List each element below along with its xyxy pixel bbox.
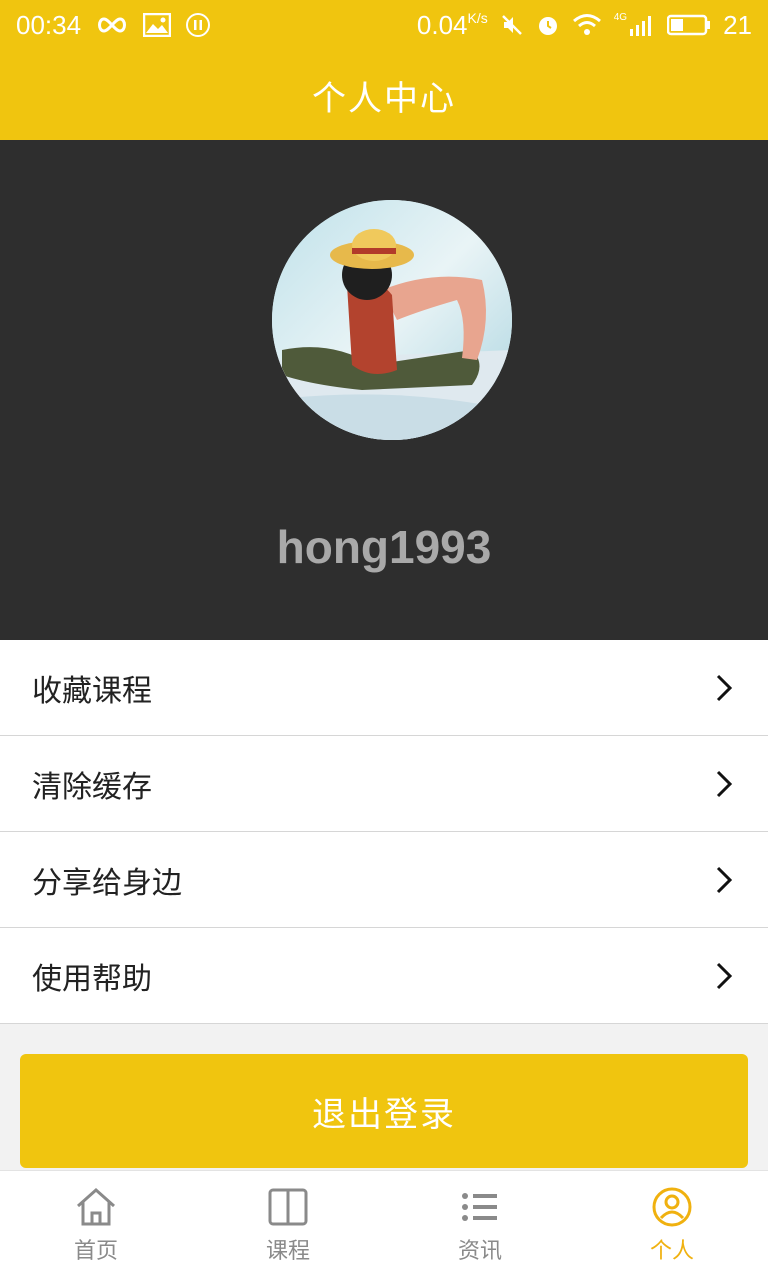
home-icon <box>77 1187 115 1225</box>
wifi-icon <box>572 13 602 37</box>
chevron-right-icon <box>716 770 733 797</box>
menu-item-share[interactable]: 分享给身边 <box>0 832 768 928</box>
tab-label: 资讯 <box>457 1238 502 1264</box>
image-icon <box>143 13 172 37</box>
status-bar: 00:34 0.04K/s 4G 21 <box>0 0 768 50</box>
tab-courses[interactable]: 课程 <box>192 1171 384 1280</box>
logout-label: 退出登录 <box>312 1094 456 1135</box>
tab-label: 课程 <box>265 1238 310 1264</box>
mute-icon <box>500 13 524 37</box>
network-type: 4G <box>613 11 628 23</box>
logout-button[interactable]: 退出登录 <box>20 1054 748 1168</box>
list-icon <box>462 1192 497 1221</box>
user-icon <box>652 1187 692 1226</box>
infinity-icon <box>95 15 129 35</box>
settings-menu: 收藏课程 清除缓存 分享给身边 使用帮助 <box>0 640 768 1024</box>
net-unit: K/s <box>467 9 488 26</box>
menu-item-label: 清除缓存 <box>32 769 152 805</box>
battery-level: 21 <box>723 9 752 40</box>
menu-item-label: 使用帮助 <box>32 961 152 997</box>
menu-item-label: 收藏课程 <box>32 673 152 709</box>
tab-label: 个人 <box>649 1238 694 1264</box>
app-header: 个人中心 <box>0 50 768 140</box>
chevron-right-icon <box>716 674 733 701</box>
signal-icon: 4G <box>613 11 655 37</box>
chevron-right-icon <box>716 866 733 893</box>
page-title: 个人中心 <box>312 78 456 119</box>
menu-item-favorites[interactable]: 收藏课程 <box>0 640 768 736</box>
tab-profile[interactable]: 个人 <box>576 1171 768 1280</box>
chevron-right-icon <box>716 962 733 989</box>
book-icon <box>268 1188 308 1225</box>
battery-icon <box>667 13 711 37</box>
alarm-icon <box>536 13 560 37</box>
username: hong1993 <box>276 521 492 573</box>
menu-item-help[interactable]: 使用帮助 <box>0 928 768 1024</box>
menu-item-label: 分享给身边 <box>32 865 182 901</box>
status-time: 00:34 <box>16 9 82 40</box>
menu-item-clear-cache[interactable]: 清除缓存 <box>0 736 768 832</box>
avatar[interactable] <box>272 200 512 440</box>
bottom-tab-bar: 首页 课程 资讯 个人 <box>0 1170 768 1280</box>
pause-icon <box>185 12 211 38</box>
profile-section: hong1993 <box>0 140 768 640</box>
tab-label: 首页 <box>73 1238 118 1264</box>
tab-home[interactable]: 首页 <box>0 1171 192 1280</box>
tab-news[interactable]: 资讯 <box>384 1171 576 1280</box>
net-speed: 0.04K/s <box>416 9 488 40</box>
